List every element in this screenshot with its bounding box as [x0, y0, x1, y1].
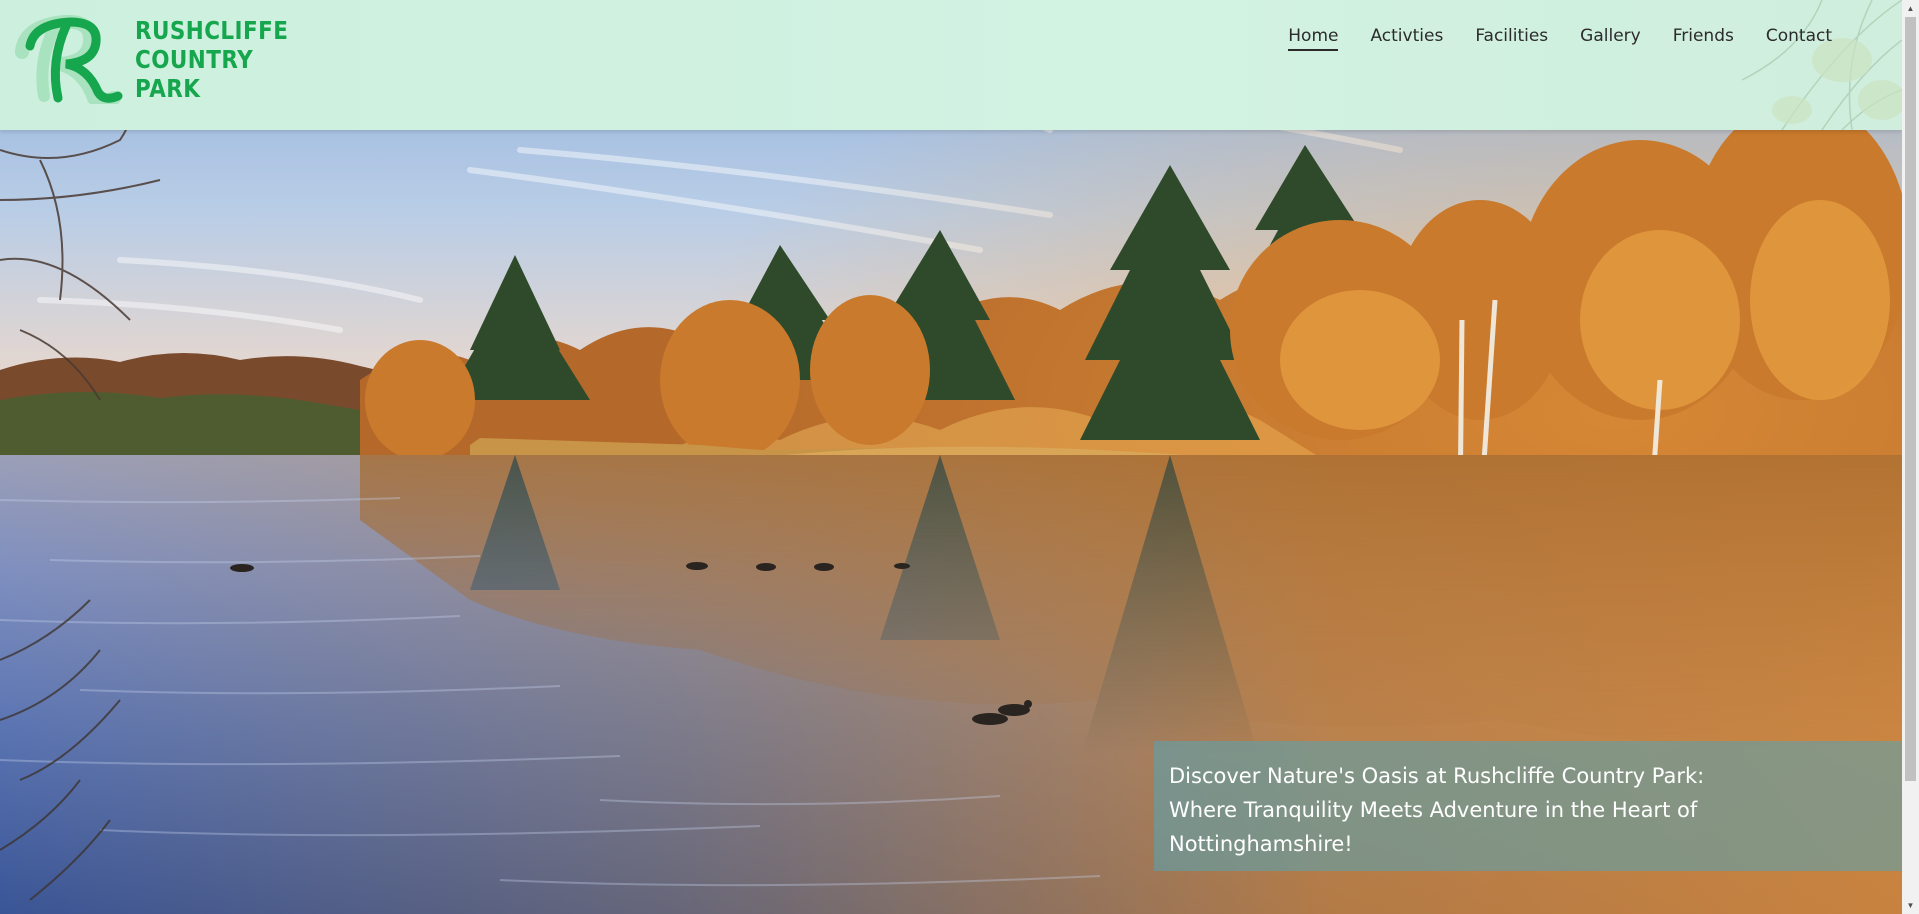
scroll-down-arrow-icon[interactable]: ▼: [1902, 897, 1919, 914]
vertical-scrollbar[interactable]: ▲ ▼: [1902, 0, 1919, 914]
nav-contact[interactable]: Contact: [1766, 26, 1832, 51]
hero-caption-line-1: Discover Nature's Oasis at Rushcliffe Co…: [1169, 764, 1705, 788]
header-foliage-decoration: [1741, 0, 1902, 130]
rushcliffe-r-logo-icon: [15, 14, 123, 104]
nav-home[interactable]: Home: [1288, 26, 1339, 51]
nav-activities[interactable]: Activties: [1370, 26, 1443, 51]
nav-friends[interactable]: Friends: [1673, 26, 1734, 51]
nav-facilities[interactable]: Facilities: [1475, 26, 1548, 51]
brand-name: RUSHCLIFFE COUNTRY PARK: [135, 16, 288, 103]
brand-line-3: PARK: [135, 74, 201, 103]
nav-gallery[interactable]: Gallery: [1580, 26, 1641, 51]
brand-line-1: RUSHCLIFFE: [135, 16, 289, 45]
scroll-up-arrow-icon[interactable]: ▲: [1902, 0, 1919, 17]
scrollbar-thumb[interactable]: [1905, 17, 1916, 781]
hero-caption-box: Discover Nature's Oasis at Rushcliffe Co…: [1154, 741, 1902, 871]
hero-caption-line-2: Where Tranquility Meets Adventure in the…: [1169, 798, 1698, 822]
hero-caption: Discover Nature's Oasis at Rushcliffe Co…: [1169, 759, 1886, 861]
brand-line-2: COUNTRY: [135, 45, 254, 74]
hero-caption-line-3: Nottinghamshire!: [1169, 832, 1353, 856]
site-header: RUSHCLIFFE COUNTRY PARK Home Activties F…: [0, 0, 1902, 130]
main-nav: Home Activties Facilities Gallery Friend…: [1256, 26, 1832, 51]
page: Discover Nature's Oasis at Rushcliffe Co…: [0, 0, 1919, 914]
brand-home-link[interactable]: RUSHCLIFFE COUNTRY PARK: [14, 12, 313, 104]
hero-banner: Discover Nature's Oasis at Rushcliffe Co…: [0, 0, 1902, 914]
